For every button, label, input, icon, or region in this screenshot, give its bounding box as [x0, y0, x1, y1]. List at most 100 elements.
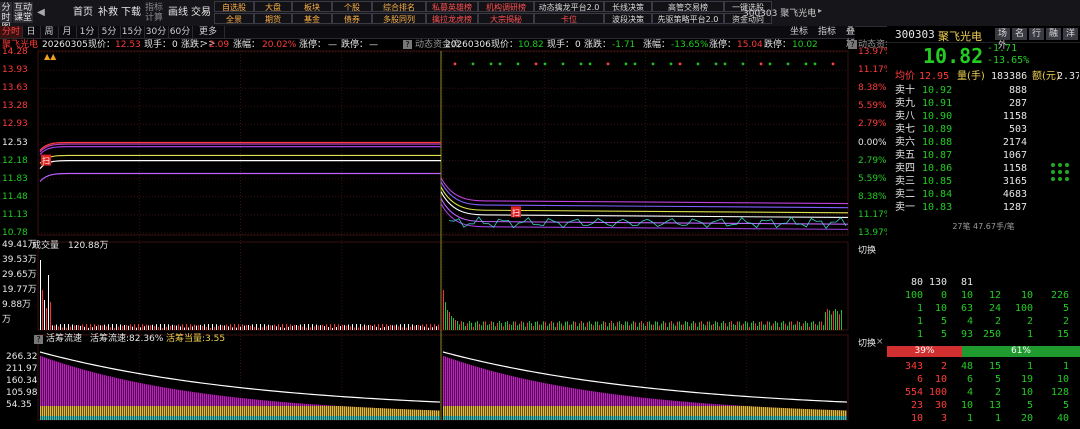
- day1-limit-down: —: [369, 40, 378, 50]
- bottom-cell: 10: [960, 400, 973, 411]
- price-axis-right-3: 8.38%: [858, 83, 887, 94]
- shortcut-b7[interactable]: 大宗揭秘: [478, 13, 534, 24]
- shortcut-9[interactable]: 长线决策: [604, 1, 652, 12]
- shortcut-b5[interactable]: 多股同列: [372, 13, 426, 24]
- period-tab-1[interactable]: 分时: [0, 26, 23, 38]
- day2-header: ? 动态资金流 20260306 现价： 10.82 现手： 0 涨跌： -1.…: [403, 39, 903, 51]
- quote-pct: -13.65%: [987, 55, 1030, 66]
- shortcut-5[interactable]: 综合排名: [372, 1, 426, 12]
- shortcut-b4[interactable]: 债券: [332, 13, 372, 24]
- quote-tab-3[interactable]: 行: [1029, 28, 1044, 40]
- tick-row-2: 100 0 10 12 10 226: [887, 289, 1080, 302]
- home-button[interactable]: 首页: [70, 2, 96, 23]
- period-tab-7[interactable]: 15分: [120, 26, 145, 38]
- period-tab-10[interactable]: 更多>>: [192, 26, 225, 49]
- bottom-row-4: 23 30 10 13 5 5: [887, 399, 1080, 412]
- flow-dot-1: [453, 62, 457, 66]
- ask-label: 卖九: [895, 98, 915, 109]
- bottom-cell: 6: [966, 374, 973, 385]
- volume-switch-button[interactable]: 切换: [858, 243, 876, 256]
- period-tab-3[interactable]: 周: [40, 26, 59, 38]
- active-help-icon[interactable]: ?: [34, 335, 43, 344]
- flow-dot-5: [516, 62, 520, 66]
- tick-cell: 1: [916, 329, 923, 340]
- shortcut-1[interactable]: 自选股: [214, 1, 254, 12]
- ask-price: 10.83: [922, 202, 953, 213]
- quote-tab-5[interactable]: 洋: [1063, 28, 1078, 40]
- tick-cell: 5: [940, 329, 947, 340]
- shortcut-b1[interactable]: 全景: [214, 13, 254, 24]
- tick-cell: 10: [934, 303, 947, 314]
- period-tab-8[interactable]: 30分: [144, 26, 169, 38]
- close-icon[interactable]: ×: [876, 337, 884, 347]
- day2-line-3: [440, 186, 849, 214]
- ask-volume: 1287: [1002, 202, 1027, 213]
- bottom-cell: 3: [940, 413, 947, 424]
- period-tab-5[interactable]: 1分: [76, 26, 99, 38]
- tick-cell: 93: [960, 329, 973, 340]
- ask-price: 10.87: [922, 150, 953, 161]
- price-axis-left-4: 13.28: [2, 101, 28, 112]
- shortcut-b8[interactable]: 卡位: [534, 13, 604, 24]
- shortcut-b2[interactable]: 期货: [254, 13, 292, 24]
- shortcut-10[interactable]: 高管交易榜: [652, 1, 724, 12]
- shortcut-b10[interactable]: 先驱策略平台2.0: [652, 13, 724, 24]
- flow-dot-4: [498, 62, 502, 66]
- indicator-button[interactable]: 指标: [818, 26, 836, 38]
- bottom-cell: 1: [1026, 361, 1033, 372]
- period-tab-2[interactable]: 日: [22, 26, 41, 38]
- flow-dot-3: [489, 62, 493, 66]
- shortcut-8[interactable]: 动态擒龙平台2.0: [534, 1, 604, 12]
- day1-change: 2.09: [209, 40, 230, 50]
- flow-dot-18: [714, 62, 718, 66]
- shortcut-6[interactable]: 私募英雄榜: [426, 1, 478, 12]
- quote-tab-1[interactable]: 场外: [995, 28, 1010, 51]
- avg-value: 12.95: [919, 71, 950, 82]
- shortcut-b9[interactable]: 波段决策: [604, 13, 652, 24]
- tick-cell: 5: [940, 316, 947, 327]
- shortcut-2[interactable]: 大盘: [254, 1, 292, 12]
- grid-dots-icon[interactable]: [1049, 161, 1071, 183]
- trade-button[interactable]: 交易: [191, 2, 211, 23]
- shortcut-b6[interactable]: 擒拉龙虎榜: [426, 13, 478, 24]
- coordinate-button[interactable]: 坐标: [790, 26, 808, 38]
- bottom-cell: 23: [910, 400, 923, 411]
- draw-line-button[interactable]: 画线: [167, 2, 189, 23]
- collapse-left-icon[interactable]: ◀: [36, 2, 46, 23]
- bottom-cell: 5: [1062, 400, 1069, 411]
- ask-row-4: 卖七 10.89 503: [887, 123, 1080, 136]
- shortcut-4[interactable]: 个股: [332, 1, 372, 12]
- quote-tab-2[interactable]: 名: [1012, 28, 1027, 40]
- tick-cell: 80: [910, 277, 923, 288]
- price-axis-left-10: 11.13: [2, 209, 28, 220]
- active-switch-button[interactable]: 切换: [858, 336, 876, 349]
- volume-axis-5: 9.88万: [2, 300, 32, 310]
- ratio-left: 39%: [887, 346, 962, 357]
- period-tab-4[interactable]: 月: [58, 26, 77, 38]
- day2-limit-down-label: 跌停：: [764, 40, 792, 50]
- timeshare-chart-button[interactable]: 分时 图: [0, 2, 12, 33]
- download-button[interactable]: 下载: [120, 2, 142, 23]
- period-tab-9[interactable]: 60分: [168, 26, 193, 38]
- bottom-cell: 2: [940, 361, 947, 372]
- help-icon[interactable]: ?: [403, 40, 412, 49]
- help-icon-2[interactable]: ?: [848, 40, 857, 49]
- ask-price: 10.89: [922, 124, 953, 135]
- shortcut-3[interactable]: 板块: [292, 1, 332, 12]
- quote-panel: 300303 聚飞光电 场外名行融洋 10.82 -1.71 -13.65% 均…: [887, 26, 1080, 429]
- shortcut-b3[interactable]: 基金: [292, 13, 332, 24]
- tick-cell: 10: [1020, 290, 1033, 301]
- interactive-class-button[interactable]: 互动 课堂: [13, 2, 33, 23]
- quote-price: 10.82: [923, 44, 984, 68]
- quote-tab-4[interactable]: 融: [1046, 28, 1061, 40]
- expand-icon[interactable]: ▸: [818, 6, 822, 15]
- ask-price: 10.86: [922, 163, 953, 174]
- supplement-button[interactable]: 补救: [96, 2, 120, 23]
- shortcut-7[interactable]: 机构调研榜: [478, 1, 534, 12]
- tick-cell: 63: [960, 303, 973, 314]
- period-tab-6[interactable]: 5分: [98, 26, 121, 38]
- flow-dot-16: [678, 62, 682, 66]
- flow-dot-8: [561, 62, 565, 66]
- indicator-calc-button[interactable]: 指标 计算: [144, 2, 164, 23]
- timeshare-chart[interactable]: 扫扫▲▲: [0, 38, 887, 429]
